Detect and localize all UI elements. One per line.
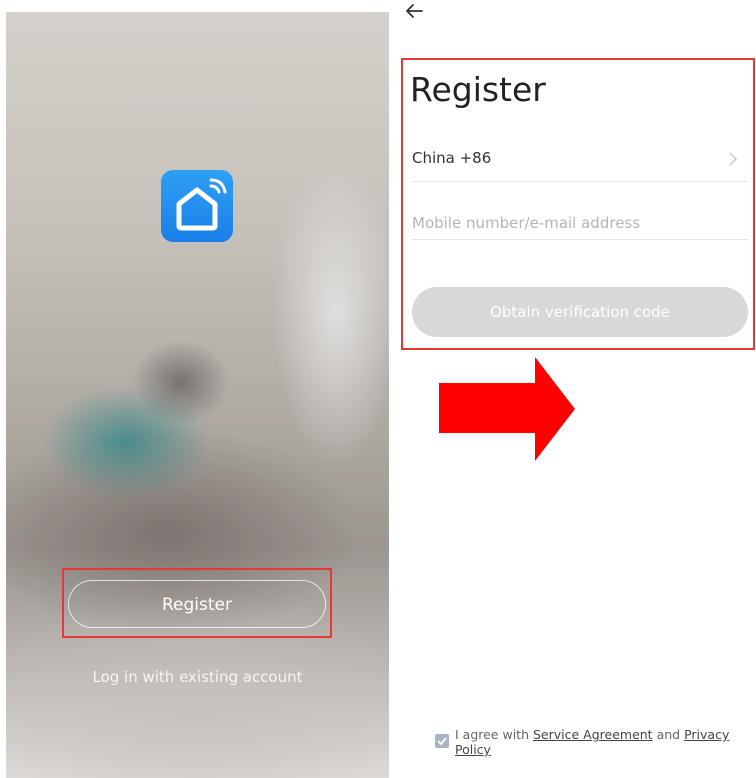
smart-home-wifi-icon xyxy=(176,178,227,231)
highlight-box-register xyxy=(62,568,332,638)
agreement-and: and xyxy=(656,727,681,742)
app-logo xyxy=(161,170,233,242)
arrow-left-icon[interactable] xyxy=(404,0,426,22)
splash-screen: Register Log in with existing account xyxy=(6,12,389,778)
agreement-prefix: I agree with xyxy=(455,727,529,742)
agreement-text: I agree with Service Agreement and Priva… xyxy=(455,727,745,757)
service-agreement-link[interactable]: Service Agreement xyxy=(533,727,653,742)
agreement-checkbox[interactable] xyxy=(435,734,449,748)
login-existing-account-link[interactable]: Log in with existing account xyxy=(6,668,389,686)
red-arrow-graphic xyxy=(439,357,575,461)
check-icon xyxy=(437,737,447,746)
highlight-box-register-form xyxy=(401,58,755,350)
